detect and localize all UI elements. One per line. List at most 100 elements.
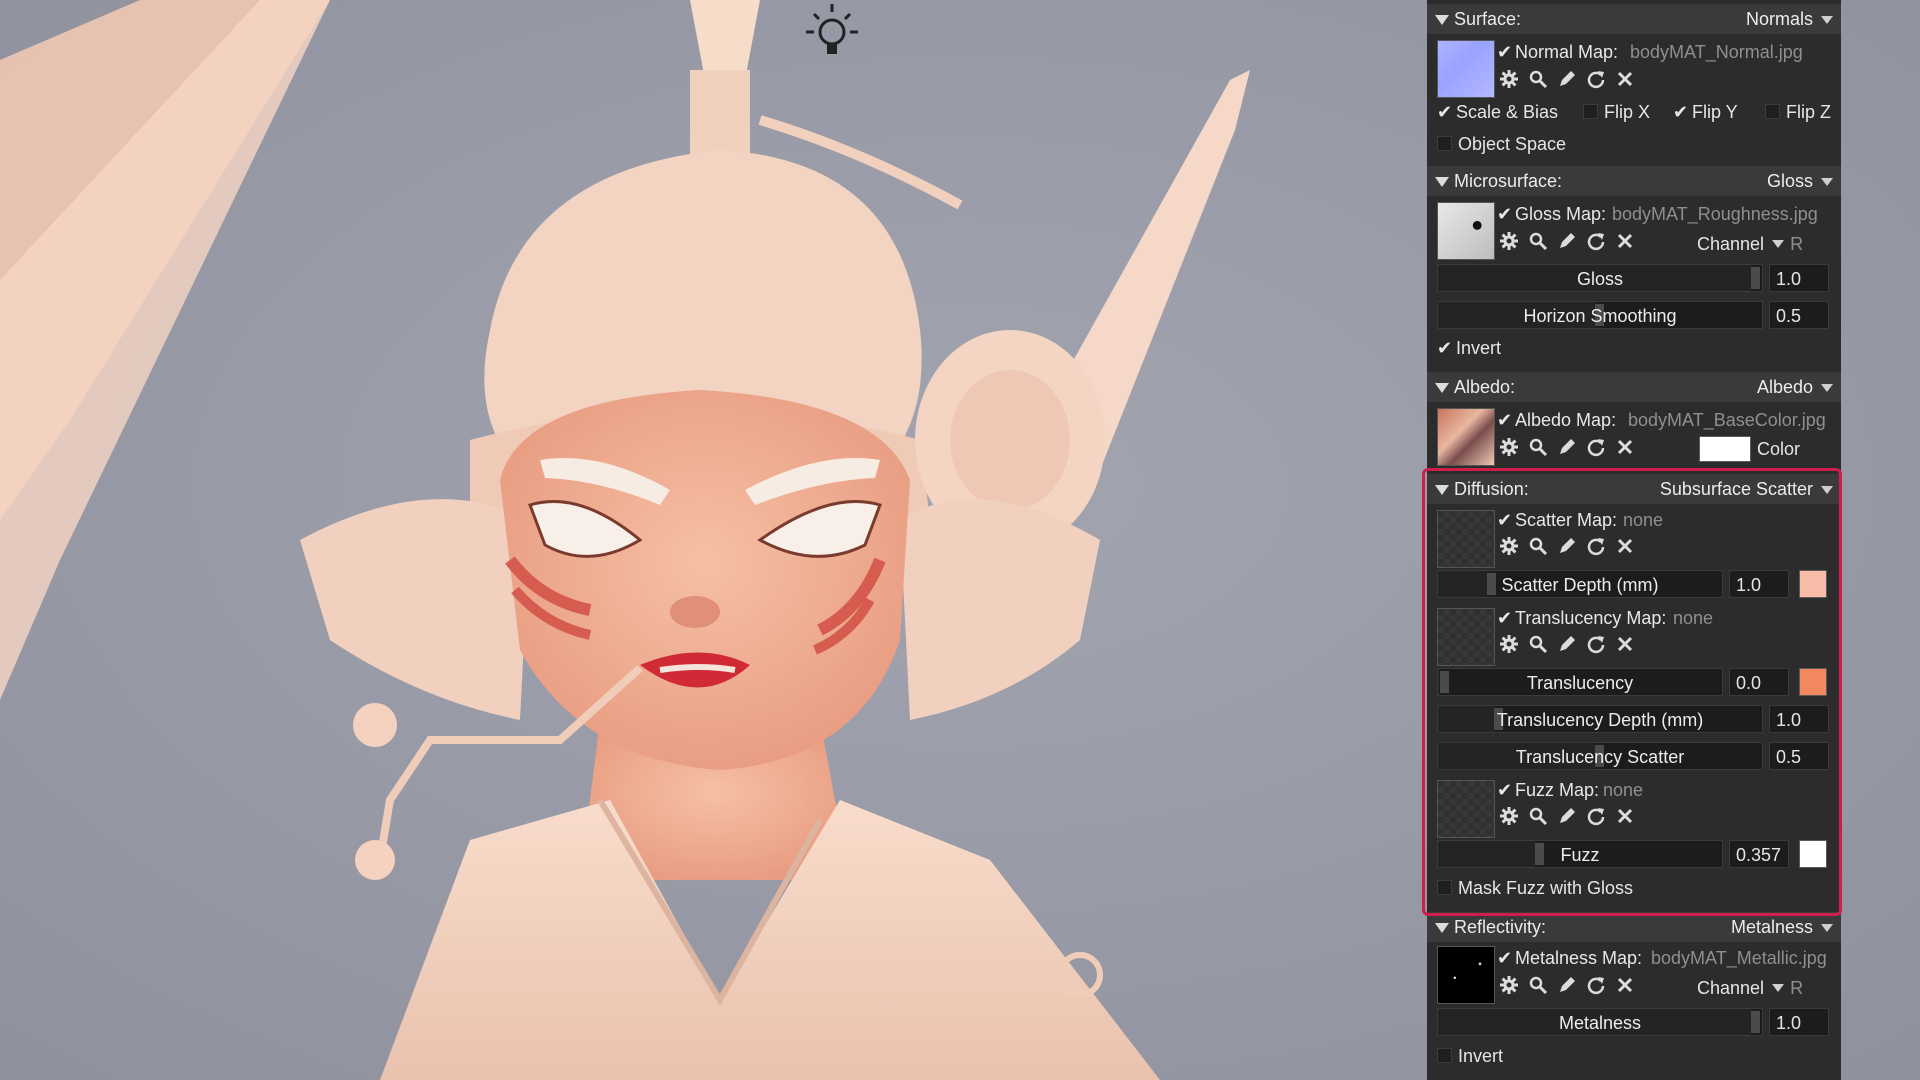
chevron-down-icon[interactable]	[1821, 178, 1833, 186]
fuzz-value-field[interactable]: 0.357	[1729, 840, 1789, 868]
mode-dropdown[interactable]: Gloss	[1767, 171, 1813, 192]
option-invert[interactable]: Invert	[1437, 1046, 1503, 1067]
search-icon[interactable]	[1528, 69, 1548, 89]
gear-icon[interactable]	[1499, 806, 1519, 826]
option-flip-x[interactable]: Flip X	[1583, 102, 1650, 123]
edit-icon[interactable]	[1557, 536, 1577, 556]
translucency-depth-slider[interactable]: Translucency Depth (mm)	[1437, 705, 1763, 733]
reload-icon[interactable]	[1586, 231, 1606, 251]
collapse-triangle-icon[interactable]	[1435, 15, 1449, 25]
gloss-map-enabled-check[interactable]: ✔	[1497, 204, 1512, 225]
map-filename[interactable]: none	[1623, 510, 1663, 531]
edit-icon[interactable]	[1557, 975, 1577, 995]
option-scale-bias[interactable]: ✔ Scale & Bias	[1437, 102, 1558, 123]
collapse-triangle-icon[interactable]	[1435, 177, 1449, 187]
map-filename[interactable]: bodyMAT_Roughness.jpg	[1612, 204, 1818, 225]
option-flip-z[interactable]: Flip Z	[1765, 102, 1831, 123]
close-icon[interactable]	[1615, 437, 1635, 457]
search-icon[interactable]	[1528, 437, 1548, 457]
translucency-color-swatch[interactable]	[1799, 668, 1827, 696]
chevron-down-icon[interactable]	[1821, 486, 1833, 494]
translucency-map-thumbnail[interactable]	[1437, 608, 1495, 666]
option-flip-y[interactable]: ✔ Flip Y	[1673, 102, 1738, 123]
scatter-map-enabled-check[interactable]: ✔	[1497, 510, 1512, 531]
mode-dropdown[interactable]: Normals	[1746, 9, 1813, 30]
gear-icon[interactable]	[1499, 975, 1519, 995]
option-object-space[interactable]: Object Space	[1437, 134, 1566, 155]
channel-select[interactable]: Channel R	[1697, 978, 1803, 999]
translucency-slider[interactable]: Translucency	[1437, 668, 1723, 696]
gear-icon[interactable]	[1499, 231, 1519, 251]
scatter-map-thumbnail[interactable]	[1437, 510, 1495, 568]
collapse-triangle-icon[interactable]	[1435, 383, 1449, 393]
search-icon[interactable]	[1528, 806, 1548, 826]
gloss-value-field[interactable]: 1.0	[1769, 264, 1829, 292]
map-filename[interactable]: bodyMAT_Metallic.jpg	[1651, 948, 1827, 969]
chevron-down-icon[interactable]	[1821, 16, 1833, 24]
collapse-triangle-icon[interactable]	[1435, 923, 1449, 933]
microsurface-header[interactable]: Microsurface: Gloss	[1427, 166, 1841, 196]
reload-icon[interactable]	[1586, 975, 1606, 995]
search-icon[interactable]	[1528, 975, 1548, 995]
metalness-value-field[interactable]: 1.0	[1769, 1008, 1829, 1036]
reload-icon[interactable]	[1586, 69, 1606, 89]
map-filename[interactable]: bodyMAT_Normal.jpg	[1630, 42, 1803, 63]
translucency-map-enabled-check[interactable]: ✔	[1497, 608, 1512, 629]
normal-map-thumbnail[interactable]	[1437, 40, 1495, 98]
search-icon[interactable]	[1528, 634, 1548, 654]
translucency-value-field[interactable]: 0.0	[1729, 668, 1789, 696]
edit-icon[interactable]	[1557, 231, 1577, 251]
map-filename[interactable]: none	[1603, 780, 1643, 801]
search-icon[interactable]	[1528, 231, 1548, 251]
albedo-map-enabled-check[interactable]: ✔	[1497, 410, 1512, 431]
reload-icon[interactable]	[1586, 634, 1606, 654]
map-filename[interactable]: none	[1673, 608, 1713, 629]
mode-dropdown[interactable]: Subsurface Scatter	[1660, 479, 1813, 500]
albedo-map-thumbnail[interactable]	[1437, 408, 1495, 466]
map-filename[interactable]: bodyMAT_BaseColor.jpg	[1628, 410, 1826, 431]
gear-icon[interactable]	[1499, 536, 1519, 556]
mode-dropdown[interactable]: Albedo	[1757, 377, 1813, 398]
edit-icon[interactable]	[1557, 437, 1577, 457]
surface-header[interactable]: Surface: Normals	[1427, 4, 1841, 34]
close-icon[interactable]	[1615, 231, 1635, 251]
fuzz-map-enabled-check[interactable]: ✔	[1497, 780, 1512, 801]
chevron-down-icon[interactable]	[1821, 924, 1833, 932]
fuzz-color-swatch[interactable]	[1799, 840, 1827, 868]
reload-icon[interactable]	[1586, 536, 1606, 556]
translucency-scatter-slider[interactable]: Translucency Scatter	[1437, 742, 1763, 770]
gear-icon[interactable]	[1499, 437, 1519, 457]
gear-icon[interactable]	[1499, 69, 1519, 89]
gloss-map-thumbnail[interactable]	[1437, 202, 1495, 260]
close-icon[interactable]	[1615, 634, 1635, 654]
edit-icon[interactable]	[1557, 634, 1577, 654]
edit-icon[interactable]	[1557, 806, 1577, 826]
close-icon[interactable]	[1615, 536, 1635, 556]
scatter-color-swatch[interactable]	[1799, 570, 1827, 598]
metalness-map-enabled-check[interactable]: ✔	[1497, 948, 1512, 969]
albedo-color-swatch[interactable]	[1699, 436, 1751, 462]
mode-dropdown[interactable]: Metalness	[1731, 917, 1813, 938]
option-invert[interactable]: ✔ Invert	[1437, 338, 1501, 359]
close-icon[interactable]	[1615, 806, 1635, 826]
chevron-down-icon[interactable]	[1821, 384, 1833, 392]
reload-icon[interactable]	[1586, 437, 1606, 457]
fuzz-map-thumbnail[interactable]	[1437, 780, 1495, 838]
close-icon[interactable]	[1615, 975, 1635, 995]
edit-icon[interactable]	[1557, 69, 1577, 89]
metalness-slider[interactable]: Metalness	[1437, 1008, 1763, 1036]
diffusion-header[interactable]: Diffusion: Subsurface Scatter	[1427, 474, 1841, 504]
reflectivity-header[interactable]: Reflectivity: Metalness	[1427, 912, 1841, 942]
reload-icon[interactable]	[1586, 806, 1606, 826]
channel-select[interactable]: Channel R	[1697, 234, 1803, 255]
collapse-triangle-icon[interactable]	[1435, 485, 1449, 495]
search-icon[interactable]	[1528, 536, 1548, 556]
scatter-depth-slider[interactable]: Scatter Depth (mm)	[1437, 570, 1723, 598]
horizon-smoothing-slider[interactable]: Horizon Smoothing	[1437, 301, 1763, 329]
option-mask-fuzz-with-gloss[interactable]: Mask Fuzz with Gloss	[1437, 878, 1633, 899]
horizon-smoothing-value-field[interactable]: 0.5	[1769, 301, 1829, 329]
translucency-scatter-value-field[interactable]: 0.5	[1769, 742, 1829, 770]
gloss-slider[interactable]: Gloss	[1437, 264, 1763, 292]
albedo-header[interactable]: Albedo: Albedo	[1427, 372, 1841, 402]
normal-map-enabled-check[interactable]: ✔	[1497, 42, 1512, 63]
